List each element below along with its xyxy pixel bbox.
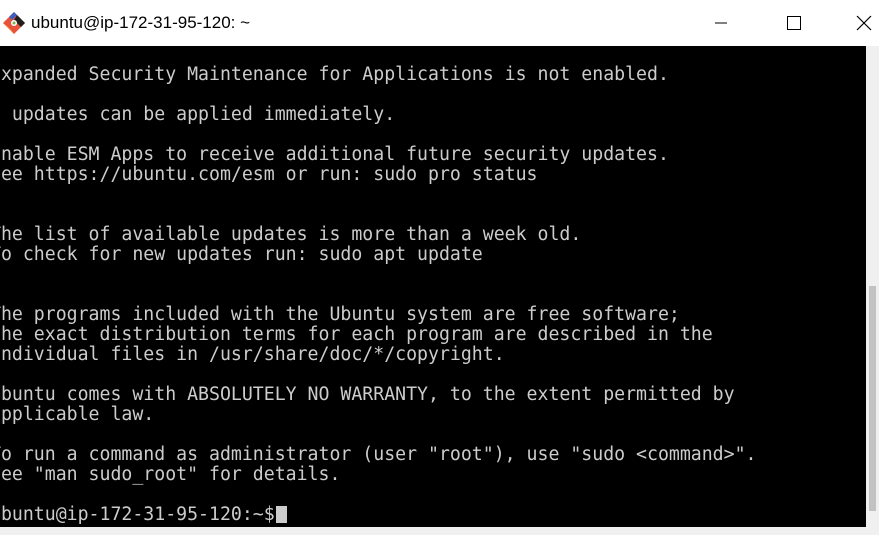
terminal-line: individual files in /usr/share/doc/*/cop… (0, 344, 505, 365)
terminal-line: To check for new updates run: sudo apt u… (0, 244, 483, 265)
terminal-line: Ubuntu comes with ABSOLUTELY NO WARRANTY… (0, 384, 735, 405)
terminal-window: ubuntu@ip-172-31-95-120: ~ Expanded Secu… (0, 0, 879, 535)
prompt-line[interactable]: ubuntu@ip-172-31-95-120:~$ (0, 505, 757, 525)
terminal-line: the exact distribution terms for each pr… (0, 324, 713, 345)
minimize-icon (715, 22, 727, 24)
title-bar[interactable]: ubuntu@ip-172-31-95-120: ~ (0, 0, 879, 46)
maximize-button[interactable] (764, 0, 824, 46)
terminal-app-icon[interactable] (2, 11, 26, 35)
terminal-line: See "man sudo_root" for details. (0, 464, 341, 485)
terminal-line: See https://ubuntu.com/esm or run: sudo … (0, 164, 538, 185)
close-button[interactable] (834, 0, 879, 46)
window-title: ubuntu@ip-172-31-95-120: ~ (31, 13, 251, 32)
terminal-line: Enable ESM Apps to receive additional fu… (0, 144, 669, 165)
terminal-text: Expanded Security Maintenance for Applic… (0, 65, 757, 525)
terminal-output[interactable]: Expanded Security Maintenance for Applic… (0, 46, 866, 527)
text-cursor (275, 506, 287, 523)
maximize-icon (787, 16, 801, 30)
vertical-scrollbar[interactable] (866, 46, 879, 527)
close-icon (856, 15, 872, 31)
terminal-line: The programs included with the Ubuntu sy… (0, 304, 680, 325)
scrollbar-thumb[interactable] (869, 286, 876, 511)
terminal-line: applicable law. (0, 404, 155, 425)
minimize-button[interactable] (691, 0, 751, 46)
terminal-line: 0 updates can be applied immediately. (0, 104, 396, 125)
terminal-line: The list of available updates is more th… (0, 224, 582, 245)
terminal-line: To run a command as administrator (user … (0, 444, 757, 465)
window-bottom-edge (0, 527, 879, 535)
shell-prompt: ubuntu@ip-172-31-95-120:~$ (0, 504, 275, 525)
terminal-line: Expanded Security Maintenance for Applic… (0, 64, 669, 85)
